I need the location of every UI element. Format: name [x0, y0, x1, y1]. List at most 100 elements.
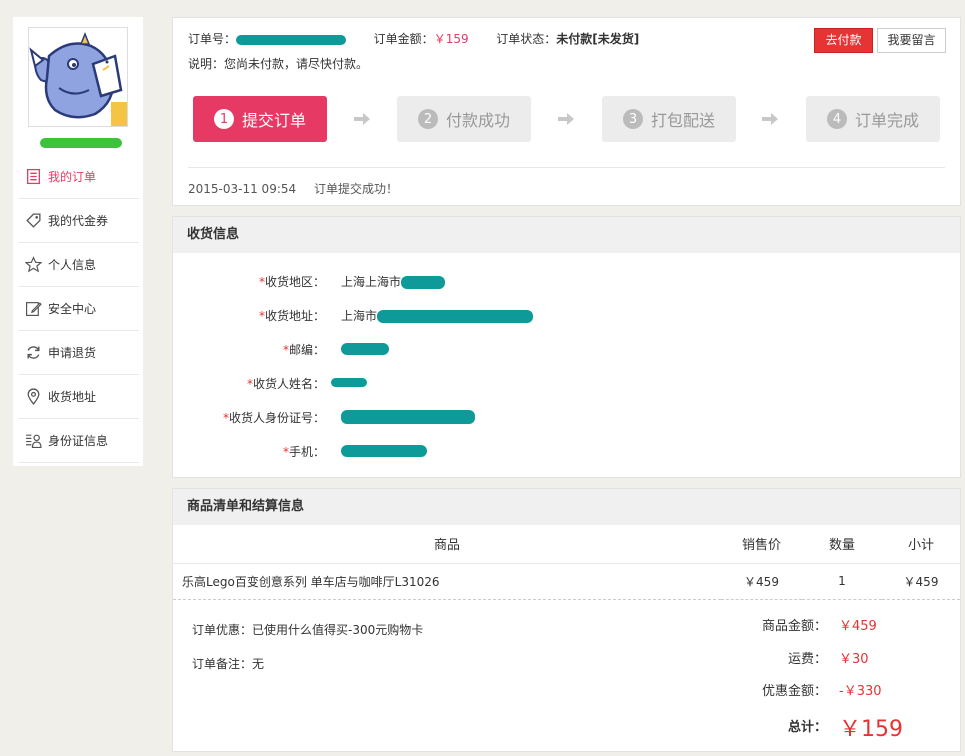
divider — [188, 167, 945, 168]
summary-shipping-fee: 运费： ￥30 — [173, 648, 960, 668]
avatar[interactable] — [28, 27, 128, 127]
sidebar-item-label: 身份证信息 — [48, 434, 109, 448]
product-quantity: 1 — [802, 563, 882, 600]
order-amount-label: 订单金额： — [373, 32, 434, 46]
summary-label: 商品金额： — [761, 619, 827, 634]
summary-total: 总计： ￥159 — [173, 716, 960, 742]
sidebar-item-returns[interactable]: 申请退货 — [19, 331, 139, 375]
summary-label: 总计： — [787, 720, 827, 735]
sidebar-item-label: 申请退货 — [48, 346, 97, 360]
column-header-subtotal: 小计 — [882, 525, 960, 564]
order-amount-value: ￥159 — [433, 32, 469, 46]
step-label: 打包配送 — [650, 111, 715, 130]
sidebar-nav: 我的订单 我的代金券 个人信息 安全中心 申请退货 收货地址 身份证信息 — [19, 155, 139, 463]
goods-settlement-title: 商品清单和结算信息 — [173, 489, 960, 525]
star-icon — [24, 256, 42, 274]
step-submit-order: 1 提交订单 — [193, 96, 327, 142]
table-header-row: 商品 销售价 数量 小计 — [173, 525, 960, 564]
address-row-phone: *手机： — [173, 441, 962, 461]
sidebar-item-addresses[interactable]: 收货地址 — [19, 375, 139, 419]
summary-goods-amount: 商品金额： ￥459 — [173, 615, 960, 635]
field-value — [341, 341, 389, 355]
summary-discount: 优惠金额： -￥330 — [173, 680, 960, 700]
coupon-tag-icon — [24, 212, 42, 230]
order-info-row: 订单号： 订单金额：￥159 订单状态：未付款[未发货] — [188, 30, 639, 47]
field-label: *收货地区： — [258, 275, 325, 289]
step-number: 4 — [826, 109, 847, 129]
field-label: *收货地址： — [258, 309, 325, 323]
step-number: 3 — [622, 109, 643, 129]
step-packing-shipping: 3 打包配送 — [602, 96, 736, 142]
field-value: 上海市 — [341, 307, 534, 324]
address-row-zipcode: *邮编： — [173, 339, 962, 359]
order-status-value: 未付款[未发货] — [556, 32, 640, 46]
address-row-street: *收货地址： 上海市 — [173, 305, 962, 325]
sidebar-item-label: 个人信息 — [48, 258, 97, 272]
arrow-right-icon — [354, 113, 370, 125]
sidebar-item-profile[interactable]: 个人信息 — [19, 243, 139, 287]
summary-value: ￥459 — [839, 619, 877, 634]
field-value — [341, 409, 475, 424]
order-list-icon — [24, 168, 42, 186]
sidebar-item-label: 收货地址 — [48, 390, 97, 404]
summary-label: 运费： — [787, 652, 827, 667]
summary-value: ￥30 — [839, 652, 869, 667]
arrow-right-icon — [558, 113, 574, 125]
summary-value: ￥159 — [839, 717, 903, 742]
order-number-redacted — [236, 34, 347, 45]
step-label: 付款成功 — [445, 111, 510, 130]
field-label: *手机： — [282, 445, 325, 459]
step-payment-success: 2 付款成功 — [397, 96, 531, 142]
pay-button[interactable]: 去付款 — [814, 28, 873, 53]
shipping-info-panel: 收货信息 *收货地区： 上海上海市 *收货地址： 上海市 *邮编： *收货人姓名… — [172, 216, 961, 478]
sidebar-item-label: 我的订单 — [48, 170, 97, 184]
column-header-price: 销售价 — [721, 525, 802, 564]
address-row-region: *收货地区： 上海上海市 — [173, 271, 962, 291]
log-time: 2015-03-11 09:54 — [188, 182, 297, 196]
edit-icon — [24, 300, 42, 318]
product-subtotal: ￥459 — [882, 563, 960, 600]
product-price: ￥459 — [721, 563, 802, 600]
column-header-quantity: 数量 — [802, 525, 882, 564]
sidebar-item-id-card[interactable]: 身份证信息 — [19, 419, 139, 463]
field-label: *邮编： — [282, 343, 325, 357]
step-label: 提交订单 — [241, 111, 306, 130]
username-redacted — [40, 138, 122, 148]
sidebar-item-security[interactable]: 安全中心 — [19, 287, 139, 331]
step-label: 订单完成 — [854, 111, 919, 130]
order-note: 说明：您尚未付款，请尽快付款。 — [188, 57, 369, 71]
field-value: 上海上海市 — [341, 273, 446, 290]
field-value — [331, 375, 367, 389]
step-number: 1 — [213, 109, 234, 129]
goods-table: 商品 销售价 数量 小计 乐高Lego百变创意系列 单车店与咖啡厅L31026 … — [173, 525, 960, 600]
log-text: 订单提交成功！ — [313, 182, 398, 196]
goods-settlement-panel: 商品清单和结算信息 商品 销售价 数量 小计 乐高Lego百变创意系列 单车店与… — [172, 488, 961, 752]
location-pin-icon — [24, 388, 42, 406]
summary-value: -￥330 — [839, 684, 882, 699]
shipping-info-title: 收货信息 — [173, 217, 960, 253]
order-number-label: 订单号： — [188, 32, 237, 46]
sidebar: 我的订单 我的代金券 个人信息 安全中心 申请退货 收货地址 身份证信息 — [13, 17, 143, 466]
order-status-label: 订单状态： — [496, 32, 557, 46]
product-name[interactable]: 乐高Lego百变创意系列 单车店与咖啡厅L31026 — [173, 563, 721, 600]
order-log-entry: 2015-03-11 09:54 订单提交成功！ — [188, 180, 398, 197]
sidebar-item-label: 安全中心 — [48, 302, 97, 316]
id-card-icon — [24, 432, 42, 450]
arrow-right-icon — [762, 113, 778, 125]
column-header-product: 商品 — [173, 525, 721, 564]
address-row-recipient-name: *收货人姓名： — [173, 373, 962, 393]
leave-message-button[interactable]: 我要留言 — [877, 28, 946, 53]
step-order-complete: 4 订单完成 — [806, 96, 940, 142]
sidebar-item-my-orders[interactable]: 我的订单 — [19, 155, 139, 199]
address-row-id-number: *收货人身份证号： — [173, 407, 962, 427]
field-value — [341, 443, 427, 457]
order-status-panel: 订单号： 订单金额：￥159 订单状态：未付款[未发货] 说明：您尚未付款，请尽… — [172, 17, 961, 206]
sidebar-item-my-coupons[interactable]: 我的代金券 — [19, 199, 139, 243]
field-label: *收货人姓名： — [246, 377, 325, 391]
sidebar-item-label: 我的代金券 — [48, 214, 109, 228]
refresh-icon — [24, 344, 42, 362]
rhino-mascot-icon — [29, 28, 127, 126]
step-number: 2 — [417, 109, 438, 129]
field-label: *收货人身份证号： — [222, 411, 325, 425]
table-row: 乐高Lego百变创意系列 单车店与咖啡厅L31026 ￥459 1 ￥459 — [173, 563, 960, 600]
